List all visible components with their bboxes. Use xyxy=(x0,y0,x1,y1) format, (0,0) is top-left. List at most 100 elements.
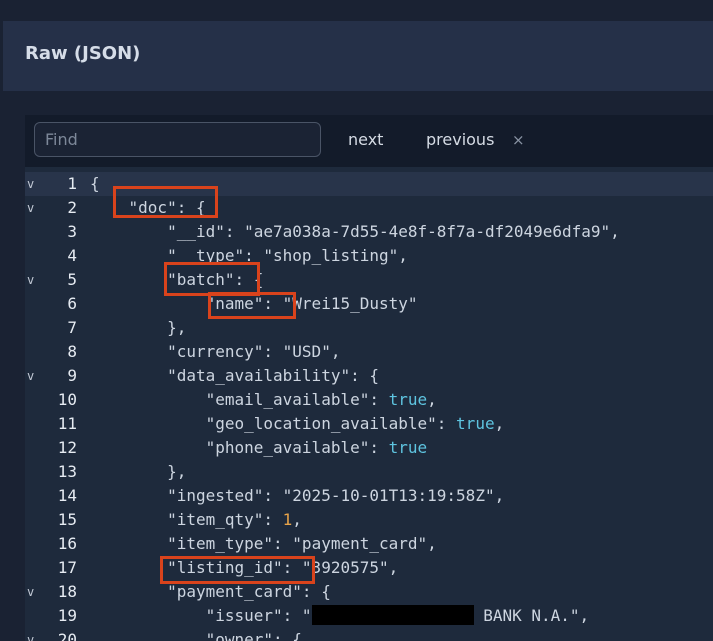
json-token: : xyxy=(273,534,293,553)
find-input[interactable] xyxy=(34,122,321,157)
line-number: 12 xyxy=(57,438,77,457)
code-line: 3 "__id": "ae7a038a-7d55-4e8f-8f7a-df204… xyxy=(25,220,713,244)
json-token: : { xyxy=(350,366,379,385)
json-token: true xyxy=(456,414,495,433)
json-key: "item_qty" xyxy=(167,510,264,529)
json-token: , xyxy=(427,390,437,409)
json-token: BANK N.A." xyxy=(473,606,580,625)
json-key: "__id" xyxy=(167,222,225,241)
find-bar: next previous × xyxy=(25,115,713,167)
code-line: v 9 "data_availability": { xyxy=(25,364,713,388)
json-token: : xyxy=(436,414,457,433)
json-token: : xyxy=(369,390,389,409)
code-text: { xyxy=(90,172,100,196)
code-line: 16 "item_type": "payment_card", xyxy=(25,532,713,556)
line-number: 3 xyxy=(67,222,77,241)
highlight-box-doc xyxy=(113,186,218,218)
highlight-box-listing-id xyxy=(160,556,315,584)
json-token: , xyxy=(330,342,341,361)
find-previous-button[interactable]: previous xyxy=(426,128,494,152)
json-token: : xyxy=(224,222,245,241)
line-number: 4 xyxy=(67,246,77,265)
json-token: , xyxy=(292,510,302,529)
code-text: "ingested": "2025-10-01T13:19:58Z", xyxy=(90,484,504,508)
code-line: 17 "listing_id": "3920575", xyxy=(25,556,713,580)
json-token: : " xyxy=(282,606,312,625)
fold-chevron-icon[interactable]: v xyxy=(27,196,39,220)
json-key: "ingested" xyxy=(167,486,264,505)
json-token: }, xyxy=(167,318,187,337)
code-text: "currency": "USD", xyxy=(90,340,340,364)
line-number: 7 xyxy=(67,318,77,337)
line-number: 6 xyxy=(67,294,77,313)
json-token: "USD" xyxy=(282,342,331,361)
json-key: "owner" xyxy=(205,630,274,641)
code-line: 7 }, xyxy=(25,316,713,340)
code-text: "email_available": true, xyxy=(90,388,437,412)
code-line: v 20 "owner": { xyxy=(25,628,713,641)
json-viewer-page: Raw (JSON) next previous × v1{v2 "doc": … xyxy=(0,0,713,641)
code-text: "item_type": "payment_card", xyxy=(90,532,437,556)
json-token: , xyxy=(494,486,505,505)
json-token: , xyxy=(610,222,620,241)
code-text: "__id": "ae7a038a-7d55-4e8f-8f7a-df2049e… xyxy=(90,220,620,244)
json-token: , xyxy=(427,534,437,553)
panel-title: Raw (JSON) xyxy=(25,43,141,64)
fold-chevron-icon[interactable]: v xyxy=(27,580,39,604)
json-token: "shop_listing" xyxy=(263,246,399,265)
close-icon[interactable]: × xyxy=(512,128,525,152)
code-text: "phone_available": true xyxy=(90,436,428,460)
code-lines: v 1{v 2 "doc": {3 "__id": "ae7a038a-7d55-4… xyxy=(25,172,713,641)
json-key: "issuer" xyxy=(205,606,283,625)
line-number: 9 xyxy=(67,366,77,385)
code-line: v5 "batch": { xyxy=(25,268,713,292)
line-number: 14 xyxy=(57,486,77,505)
json-key: "phone_available" xyxy=(205,438,370,457)
json-token: , xyxy=(398,246,408,265)
json-editor[interactable]: next previous × v1{v2 "doc": {3 "__id": … xyxy=(25,115,713,641)
line-number: 16 xyxy=(57,534,77,553)
json-token: : xyxy=(263,486,283,505)
json-token: true xyxy=(388,390,428,409)
json-token: 1 xyxy=(282,510,293,529)
json-token: : xyxy=(369,438,389,457)
line-number: 1 xyxy=(67,174,77,193)
highlight-box-batch xyxy=(164,262,260,296)
code-line: v 18 "payment_card": { xyxy=(25,580,713,604)
code-line: 6 "name": "Wrei15_Dusty" xyxy=(25,292,713,316)
code-text: }, xyxy=(90,316,186,340)
line-number: 18 xyxy=(57,582,77,601)
fold-chevron-icon[interactable]: v xyxy=(27,628,39,641)
code-line: 12 "phone_available": true xyxy=(25,436,713,460)
json-token: { xyxy=(90,174,100,193)
highlight-box-name xyxy=(208,292,296,319)
line-number: 20 xyxy=(57,630,77,641)
fold-chevron-icon[interactable]: v xyxy=(27,172,39,196)
line-number: 2 xyxy=(67,198,77,217)
fold-chevron-icon[interactable]: v xyxy=(27,364,39,388)
line-number: 5 xyxy=(67,270,77,289)
json-token: : { xyxy=(273,630,302,641)
code-line: 15 "item_qty": 1, xyxy=(25,508,713,532)
code-line: 4 "__type": "shop_listing", xyxy=(25,244,713,268)
json-token: "2025-10-01T13:19:58Z" xyxy=(282,486,495,505)
line-number: 8 xyxy=(67,342,77,361)
json-token: : xyxy=(263,342,283,361)
json-token: : xyxy=(263,510,283,529)
code-line: 10 "email_available": true, xyxy=(25,388,713,412)
fold-chevron-icon[interactable]: v xyxy=(27,268,39,292)
json-key: "currency" xyxy=(167,342,264,361)
line-number: 15 xyxy=(57,510,77,529)
line-number: 11 xyxy=(57,414,77,433)
json-token: : { xyxy=(301,582,331,601)
json-token: , xyxy=(579,606,590,625)
code-text: "geo_location_available": true, xyxy=(90,412,505,436)
panel-header: Raw (JSON) xyxy=(3,21,713,91)
code-line: 8 "currency": "USD", xyxy=(25,340,713,364)
line-number: 13 xyxy=(57,462,77,481)
find-next-button[interactable]: next xyxy=(348,128,383,152)
code-line: 13 }, xyxy=(25,460,713,484)
code-line: 19 "issuer": " BANK N.A.", xyxy=(25,604,713,628)
json-key: "data_availability" xyxy=(167,366,351,385)
json-token: "payment_card" xyxy=(292,534,428,553)
